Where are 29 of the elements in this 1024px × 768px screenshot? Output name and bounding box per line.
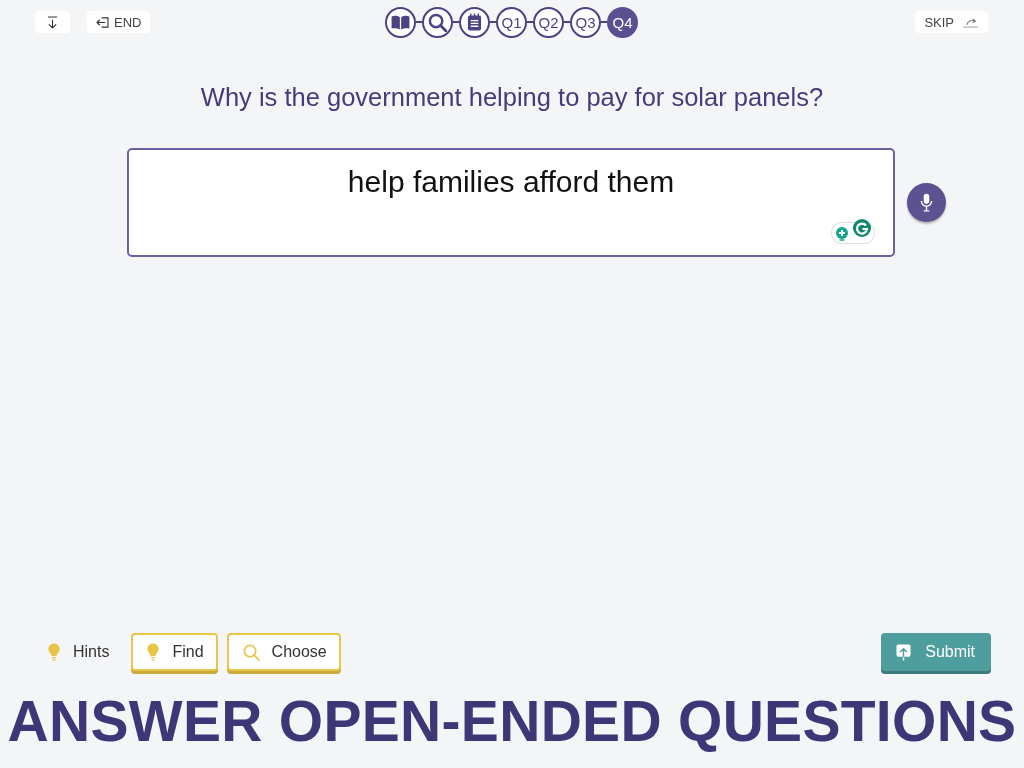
microphone-icon [920,192,933,212]
progress-step[interactable]: Q2 [533,6,564,38]
progress-step[interactable] [385,6,416,38]
question-text: Why is the government helping to pay for solar panels? [199,82,825,113]
choose-button[interactable]: Choose [226,633,341,671]
notepad-icon [467,13,482,31]
writing-assistant-icon [831,217,875,244]
book-icon [391,14,410,30]
exit-icon [96,16,109,28]
lightbulb-icon [147,643,160,661]
progress-step[interactable]: Q1 [496,6,527,38]
lightbulb-icon [48,643,60,661]
answer-field[interactable]: help families afford them [127,147,895,257]
banner-title: ANSWER OPEN-ENDED QUESTIONS [6,693,1018,755]
hints-label: Hints [73,642,110,662]
search-icon [242,643,260,661]
skip-button[interactable]: SKIP [915,11,988,33]
download-button[interactable] [35,11,70,33]
progress-step[interactable]: Q4 [607,6,638,38]
download-icon [47,15,58,29]
find-button[interactable]: Find [131,633,218,671]
progress-step[interactable] [459,6,490,38]
curved-arrow-icon [962,16,979,28]
microphone-button[interactable] [907,182,946,222]
progress-step[interactable]: Q3 [570,6,601,38]
search-icon [428,12,447,32]
upload-icon [896,643,912,661]
end-button[interactable]: END [87,11,151,33]
progress-step[interactable] [422,6,453,38]
